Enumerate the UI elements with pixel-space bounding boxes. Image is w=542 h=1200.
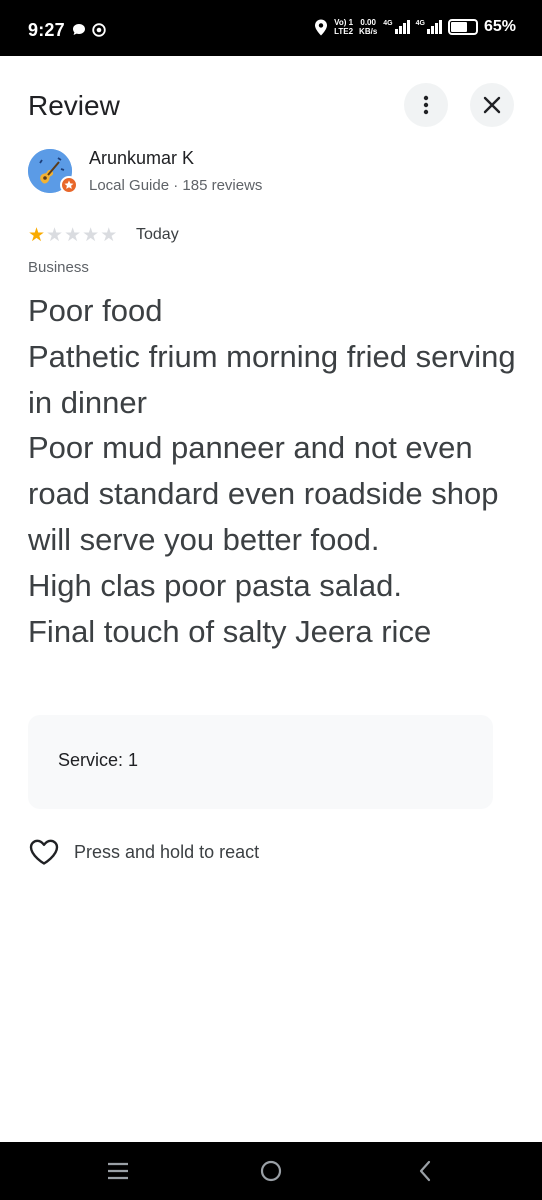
volte-indicator: Vo) 1 LTE2 (334, 18, 354, 36)
star-empty-icon: ★ (100, 225, 118, 246)
author-meta: Local Guide · 185 reviews (89, 177, 263, 194)
react-label: Press and hold to react (74, 841, 260, 862)
star-filled-icon: ★ (28, 225, 46, 246)
author-name[interactable]: Arunkumar K (89, 148, 194, 169)
close-icon (483, 96, 501, 114)
recents-button[interactable] (105, 1158, 131, 1184)
home-icon (260, 1160, 282, 1182)
home-button[interactable] (258, 1158, 284, 1184)
menu-icon (108, 1162, 128, 1180)
chat-bubble-icon (73, 24, 85, 35)
whatsapp-icon (92, 23, 106, 37)
battery-percent: 65% (483, 18, 516, 35)
star-badge-icon (64, 180, 74, 189)
battery-icon (447, 19, 478, 35)
review-text: Poor food Pathetic frium morning fried s… (28, 293, 516, 649)
network-speed: 0.00 KB/s (359, 18, 378, 36)
attribute-card: Service: 1 (28, 715, 493, 809)
star-empty-icon: ★ (64, 225, 82, 246)
service-rating: Service: 1 (58, 750, 139, 770)
signal-sim2-icon: 4G (416, 20, 442, 34)
notification-icons (72, 23, 106, 37)
visit-type: Business (28, 259, 89, 276)
more-vert-icon (423, 95, 429, 115)
star-empty-icon: ★ (82, 225, 100, 246)
status-bar: 9:27 Vo) 1 LTE2 0.00 KB/s 4G 4G 65% (0, 0, 542, 56)
signal-sim1-icon: 4G (383, 20, 410, 34)
review-date: Today (136, 226, 179, 243)
page-title: Review (28, 90, 120, 121)
back-button[interactable] (412, 1158, 438, 1184)
location-icon (315, 19, 328, 35)
star-rating: ★ ★ ★ ★ ★ (28, 226, 117, 245)
system-nav-bar (0, 1142, 542, 1200)
star-empty-icon: ★ (46, 225, 64, 246)
react-button[interactable]: Press and hold to react (28, 838, 259, 866)
review-sheet: Review Arunkumar K Local Guide · 185 rev… (0, 56, 542, 1142)
back-icon (419, 1160, 431, 1182)
status-right: Vo) 1 LTE2 0.00 KB/s 4G 4G 65% (314, 18, 516, 36)
status-time: 9:27 (28, 20, 65, 40)
more-options-button[interactable] (404, 83, 448, 127)
close-button[interactable] (470, 83, 514, 127)
heart-outline-icon (29, 839, 59, 865)
local-guide-badge (60, 176, 78, 194)
